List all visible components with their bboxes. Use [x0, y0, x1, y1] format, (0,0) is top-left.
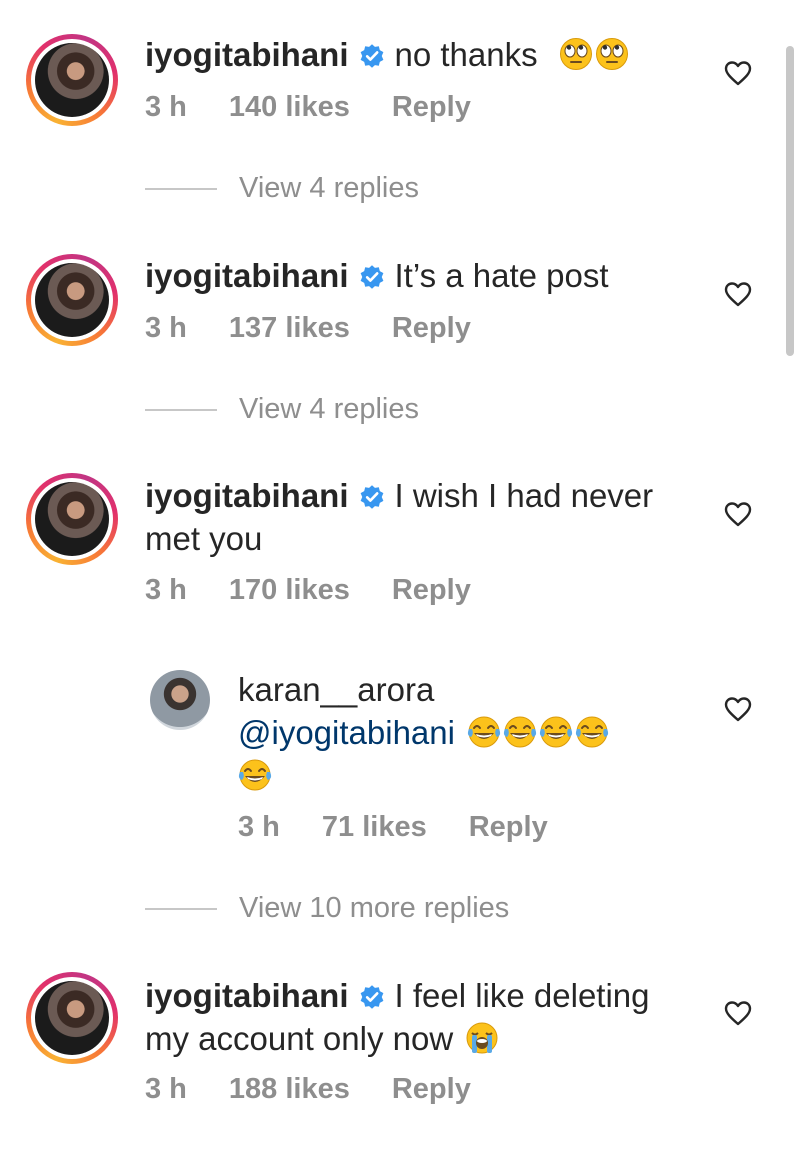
- tears-of-joy-emoji-icon: [467, 715, 501, 749]
- comment-body: no thanks: [394, 36, 538, 73]
- rolling-eyes-emoji-icon: [559, 37, 593, 71]
- heart-outline-icon[interactable]: [724, 696, 752, 722]
- comment-text: iyogitabihani no thanks: [145, 33, 629, 76]
- verified-badge-icon: [359, 264, 385, 290]
- tears-of-joy-emoji-icon: [503, 715, 537, 749]
- comment-likes[interactable]: 137 likes: [229, 312, 350, 344]
- reply-button[interactable]: Reply: [392, 312, 471, 344]
- reply-button[interactable]: Reply: [392, 1073, 471, 1105]
- heart-outline-icon[interactable]: [724, 60, 752, 86]
- comment-likes[interactable]: 140 likes: [229, 91, 350, 123]
- view-replies-button[interactable]: View 4 replies: [145, 172, 419, 205]
- mention-link[interactable]: @iyogitabihani: [238, 714, 455, 751]
- reply-username[interactable]: karan__arora: [238, 671, 434, 708]
- reply-likes[interactable]: 71 likes: [322, 811, 427, 843]
- loudly-crying-emoji-icon: [465, 1021, 499, 1055]
- heart-outline-icon[interactable]: [724, 281, 752, 307]
- comment-username[interactable]: iyogitabihani: [145, 257, 349, 294]
- tears-of-joy-emoji-icon: [575, 715, 609, 749]
- comment-body: It’s a hate post: [394, 257, 609, 294]
- comment-meta: 3 h 170 likes Reply: [145, 574, 513, 607]
- comment-body: met you: [145, 520, 263, 557]
- scrollbar[interactable]: [786, 46, 794, 356]
- avatar[interactable]: [26, 254, 118, 346]
- heart-outline-icon[interactable]: [724, 1000, 752, 1026]
- comment-likes[interactable]: 188 likes: [229, 1073, 350, 1105]
- verified-badge-icon: [359, 984, 385, 1010]
- comment-meta: 3 h 188 likes Reply: [145, 1073, 513, 1106]
- heart-outline-icon[interactable]: [724, 501, 752, 527]
- reply-text: karan__arora @iyogitabihani: [238, 668, 698, 797]
- comment-time: 3 h: [145, 574, 187, 606]
- comment-time: 3 h: [145, 312, 187, 344]
- view-replies-label: View 4 replies: [239, 172, 420, 204]
- comment-likes[interactable]: 170 likes: [229, 574, 350, 606]
- verified-badge-icon: [359, 43, 385, 69]
- divider: [145, 409, 217, 412]
- divider: [145, 188, 217, 191]
- reply-button[interactable]: Reply: [469, 811, 548, 843]
- comment-username[interactable]: iyogitabihani: [145, 977, 349, 1014]
- view-more-replies-label: View 10 more replies: [239, 892, 510, 924]
- avatar[interactable]: [26, 34, 118, 126]
- avatar[interactable]: [150, 670, 210, 730]
- comment-body: I feel like deleting: [394, 977, 650, 1014]
- comment-text: iyogitabihani I wish I had never met you: [145, 474, 705, 560]
- tears-of-joy-emoji-icon: [539, 715, 573, 749]
- reply-meta: 3 h 71 likes Reply: [238, 811, 590, 844]
- comment-time: 3 h: [145, 1073, 187, 1105]
- comment-username[interactable]: iyogitabihani: [145, 477, 349, 514]
- avatar[interactable]: [26, 972, 118, 1064]
- reply-button[interactable]: Reply: [392, 91, 471, 123]
- comment-meta: 3 h 137 likes Reply: [145, 312, 513, 345]
- avatar[interactable]: [26, 473, 118, 565]
- rolling-eyes-emoji-icon: [595, 37, 629, 71]
- view-more-replies-button[interactable]: View 10 more replies: [145, 892, 509, 925]
- tears-of-joy-emoji-icon: [238, 758, 272, 792]
- comment-text: iyogitabihani I feel like deleting my acc…: [145, 974, 705, 1060]
- view-replies-button[interactable]: View 4 replies: [145, 393, 419, 426]
- comment-text: iyogitabihani It’s a hate post: [145, 254, 609, 297]
- comment-time: 3 h: [145, 91, 187, 123]
- view-replies-label: View 4 replies: [239, 393, 420, 425]
- comment-username[interactable]: iyogitabihani: [145, 36, 349, 73]
- comment-body: my account only now: [145, 1020, 454, 1057]
- reply-time: 3 h: [238, 811, 280, 843]
- comment-body: I wish I had never: [394, 477, 654, 514]
- divider: [145, 908, 217, 911]
- comment-meta: 3 h 140 likes Reply: [145, 91, 513, 124]
- verified-badge-icon: [359, 484, 385, 510]
- reply-button[interactable]: Reply: [392, 574, 471, 606]
